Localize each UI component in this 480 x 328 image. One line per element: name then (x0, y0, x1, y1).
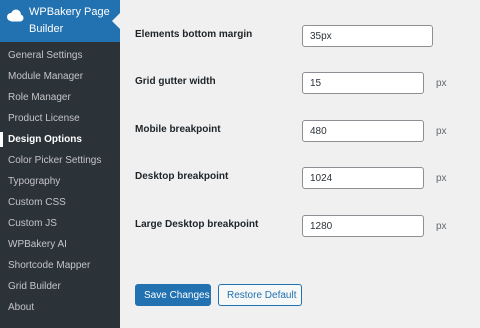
sidebar-item-wpbakery-ai[interactable]: WPBakery AI (0, 234, 120, 255)
large-desktop-breakpoint-unit: px (436, 221, 447, 232)
desktop-breakpoint-unit: px (436, 173, 447, 184)
sidebar-item-typography[interactable]: Typography (0, 171, 120, 192)
grid-gutter-width-label: Grid gutter width (135, 76, 216, 87)
sidebar-item-shortcode-mapper[interactable]: Shortcode Mapper (0, 255, 120, 276)
desktop-breakpoint-input[interactable] (302, 167, 424, 189)
sidebar-item-custom-css[interactable]: Custom CSS (0, 192, 120, 213)
mobile-breakpoint-label: Mobile breakpoint (135, 124, 221, 135)
desktop-breakpoint-label: Desktop breakpoint (135, 171, 229, 182)
sidebar-item-general-settings[interactable]: General Settings (0, 45, 120, 66)
sidebar-nav: General Settings Module Manager Role Man… (0, 45, 120, 318)
sidebar-item-about[interactable]: About (0, 297, 120, 318)
sidebar-item-grid-builder[interactable]: Grid Builder (0, 276, 120, 297)
brand-title: WPBakery Page Builder (29, 6, 110, 35)
elements-bottom-margin-label: Elements bottom margin (135, 29, 253, 40)
cloud-icon (7, 9, 24, 22)
sidebar-item-color-picker-settings[interactable]: Color Picker Settings (0, 150, 120, 171)
sidebar-item-design-options[interactable]: Design Options (0, 129, 120, 150)
restore-default-button[interactable]: Restore Default (218, 284, 302, 306)
sidebar-item-custom-js[interactable]: Custom JS (0, 213, 120, 234)
grid-gutter-width-unit: px (436, 78, 447, 89)
design-options-form: Elements bottom margin Grid gutter width… (120, 0, 480, 328)
sidebar-item-role-manager[interactable]: Role Manager (0, 87, 120, 108)
admin-sidebar: WPBakery Page Builder General Settings M… (0, 0, 120, 328)
sidebar-item-product-license[interactable]: Product License (0, 108, 120, 129)
save-changes-button[interactable]: Save Changes (135, 284, 211, 306)
mobile-breakpoint-unit: px (436, 126, 447, 137)
sidebar-item-module-manager[interactable]: Module Manager (0, 66, 120, 87)
elements-bottom-margin-input[interactable] (302, 25, 433, 47)
large-desktop-breakpoint-input[interactable] (302, 215, 424, 237)
sidebar-menu-header[interactable]: WPBakery Page Builder (0, 0, 120, 42)
large-desktop-breakpoint-label: Large Desktop breakpoint (135, 219, 259, 230)
grid-gutter-width-input[interactable] (302, 72, 424, 94)
mobile-breakpoint-input[interactable] (302, 120, 424, 142)
